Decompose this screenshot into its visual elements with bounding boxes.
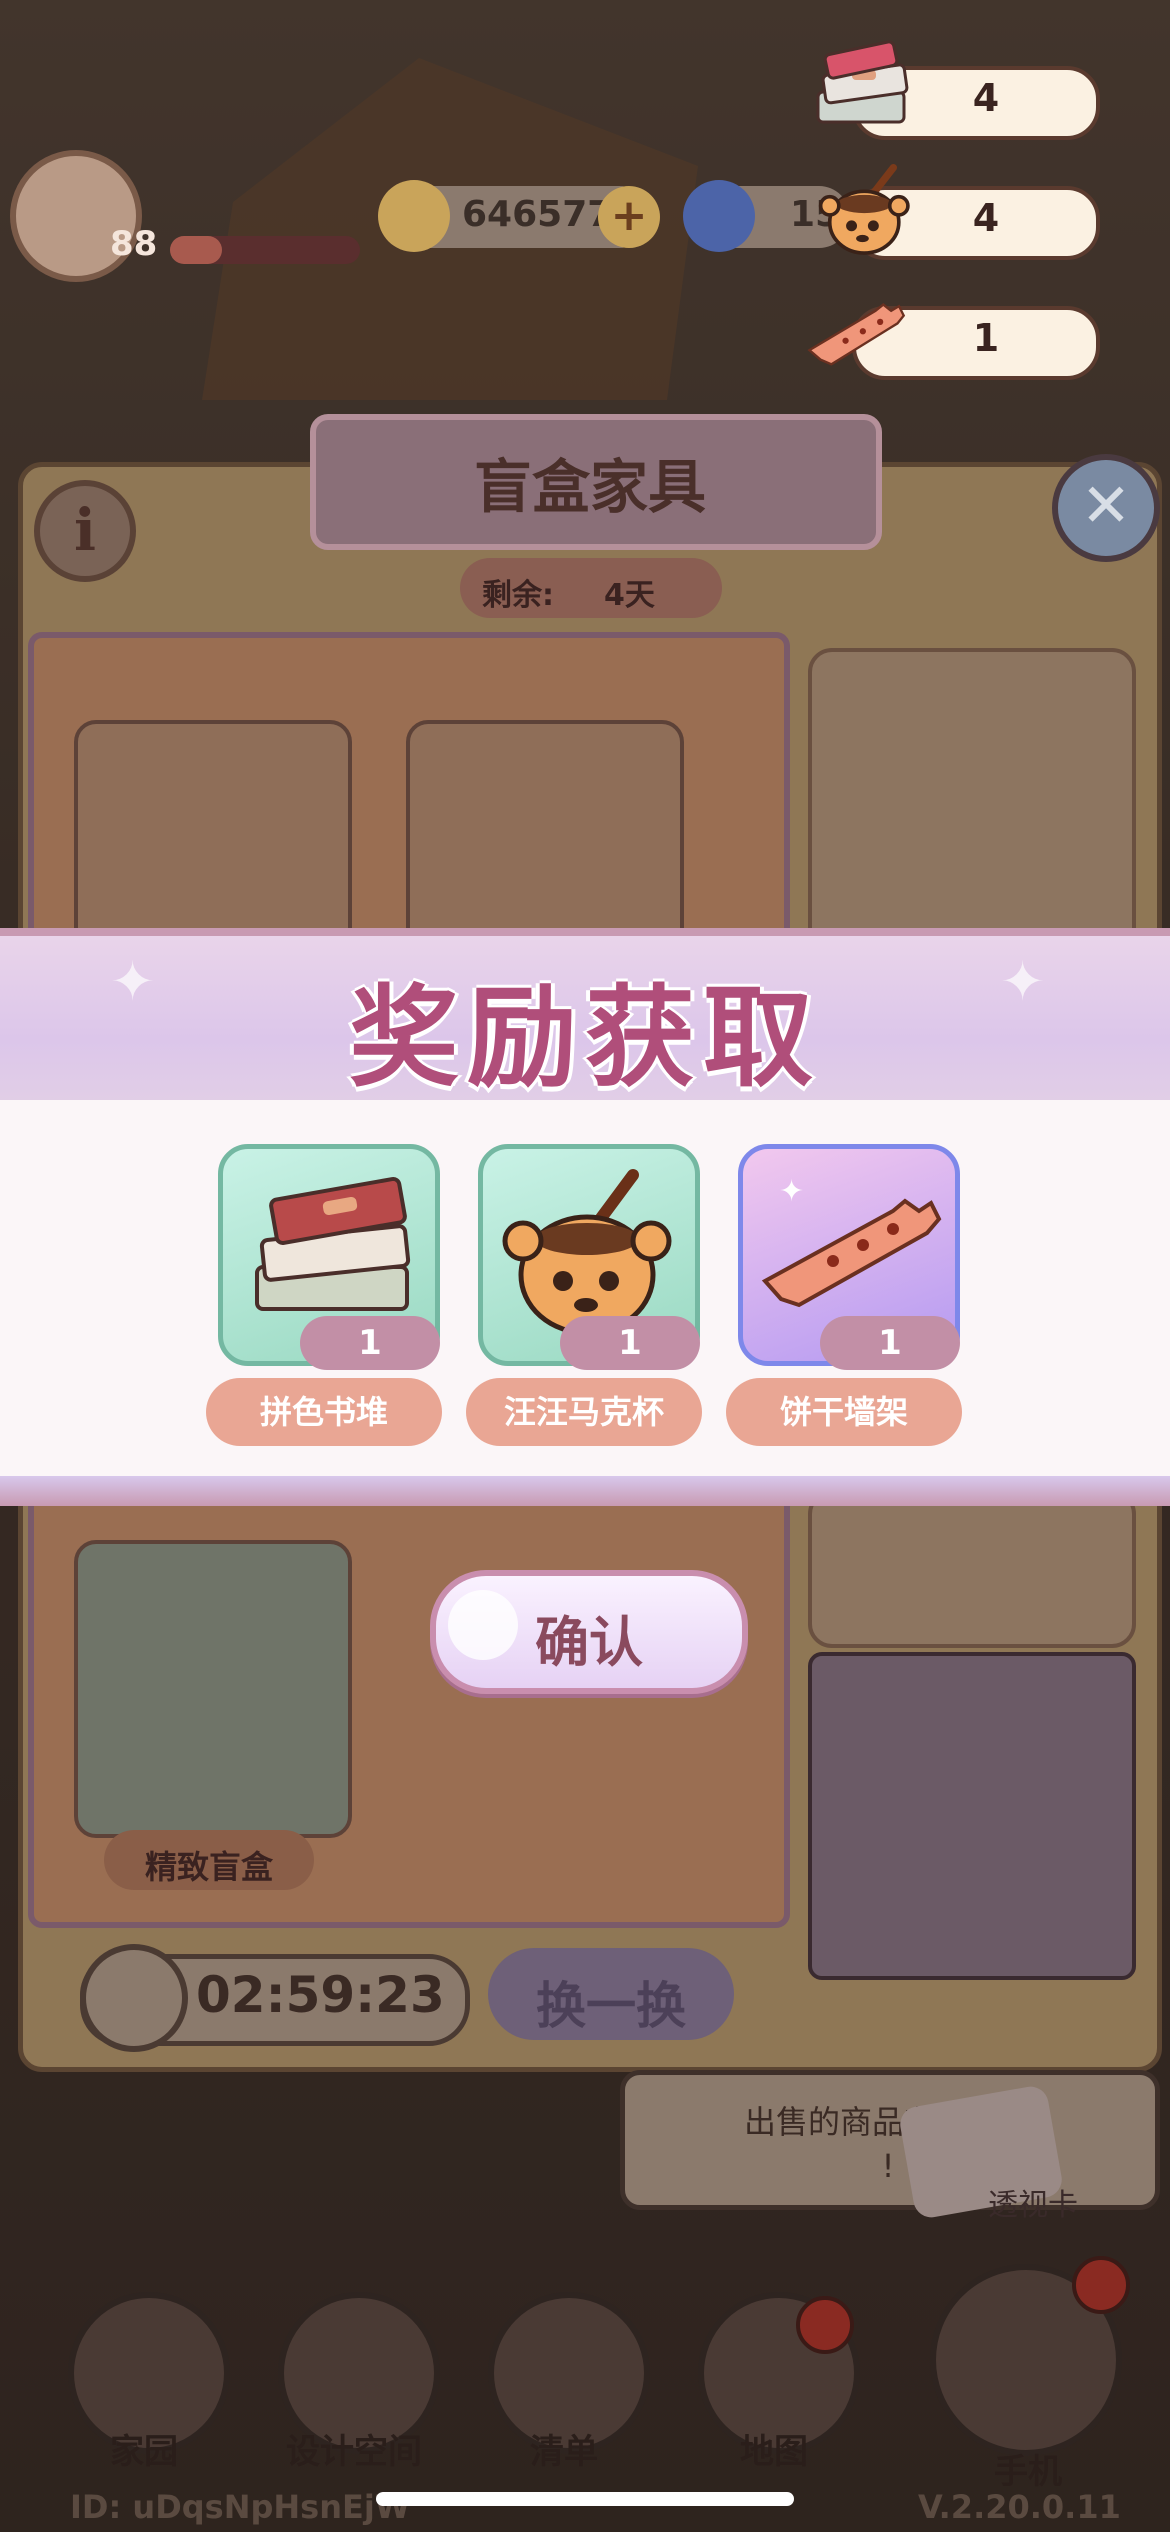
notification-dot: [796, 2296, 854, 2354]
biscuit-shelf-count: 1: [972, 316, 1000, 360]
confirm-label: 确认: [535, 1611, 643, 1674]
panel-title: 盲盒家具: [473, 453, 706, 521]
preview-slot: [808, 1490, 1136, 1648]
nav-design-space-label: 设计空间: [286, 2432, 422, 2472]
coin-value: 646577: [462, 194, 613, 235]
home-indicator[interactable]: [376, 2492, 794, 2506]
mug-icon: [818, 164, 910, 255]
box-label: 精致盲盒: [144, 1848, 273, 1886]
book-stack-icon: [816, 40, 909, 124]
reward-item-name: 汪汪马克杯: [466, 1378, 702, 1446]
reward-banner-edge: [0, 1476, 1170, 1506]
add-coins-button[interactable]: +: [598, 186, 660, 248]
nav-home-label: 家园: [110, 2432, 178, 2472]
reward-quantity: 1: [300, 1316, 440, 1370]
swap-label: 换一换: [536, 1977, 686, 2035]
reward-quantity: 1: [820, 1316, 960, 1370]
blind-box-slot[interactable]: [74, 1540, 352, 1838]
info-button[interactable]: i: [34, 480, 136, 582]
player-level: 88: [110, 224, 158, 264]
mug-count: 4: [972, 196, 1000, 240]
reward-item-name: 饼干墙架: [726, 1378, 962, 1446]
reward-title: 奖励获取: [349, 974, 821, 1102]
close-button[interactable]: ✕: [1052, 454, 1160, 562]
player-id: ID: uDqsNpHsnEjW: [70, 2488, 411, 2526]
swirl-gem-icon: [683, 180, 755, 252]
reward-quantity: 1: [560, 1316, 700, 1370]
svg-text:✦: ✦: [779, 1174, 804, 1209]
nav-list-label: 清单: [530, 2432, 598, 2472]
remaining-value: 4天: [604, 578, 655, 613]
notification-dot: [1072, 2256, 1130, 2314]
timer-value: 02:59:23: [196, 1966, 445, 2024]
book-stack-count: 4: [972, 76, 1000, 120]
nav-map-label: 地图: [740, 2432, 808, 2472]
clock-icon: [80, 1944, 188, 2052]
xray-card-label: 透视卡: [988, 2188, 1078, 2223]
biscuit-shelf-icon: [807, 303, 906, 366]
preview-slot: [808, 1652, 1136, 1980]
xp-bar-fill: [170, 236, 222, 264]
nav-phone-label: 手机: [994, 2452, 1062, 2492]
coin-icon: [378, 180, 450, 252]
remaining-label: 剩余:: [482, 578, 554, 613]
reward-item-name: 拼色书堆: [206, 1378, 442, 1446]
version: V.2.20.0.11: [918, 2488, 1121, 2526]
